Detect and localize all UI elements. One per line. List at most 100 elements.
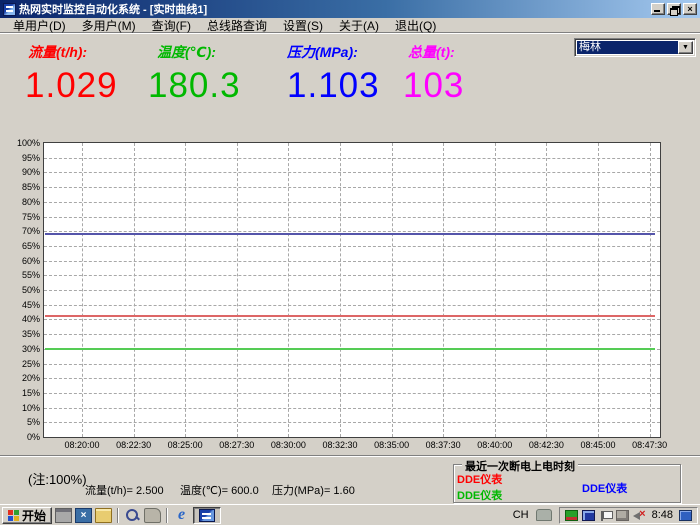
- gridline-v: [443, 143, 444, 437]
- y-axis-tick-label: 85%: [10, 182, 40, 192]
- y-axis-tick-label: 65%: [10, 241, 40, 251]
- gridline-h: [44, 378, 660, 379]
- gridline-h: [44, 408, 660, 409]
- stat-label: 流量(t/h):: [28, 42, 87, 62]
- station-combobox[interactable]: 梅林 ▼: [574, 38, 696, 57]
- y-axis-tick-label: 100%: [10, 138, 40, 148]
- gridline-v: [82, 143, 83, 437]
- stat-label: 总量(t):: [408, 42, 455, 62]
- menu-item[interactable]: 查询(F): [144, 17, 199, 34]
- menu-item[interactable]: 退出(Q): [387, 17, 444, 34]
- dde-indicator: DDE仪表: [457, 471, 502, 487]
- menu-bar: 单用户(D)多用户(M)查询(F)总线路查询设置(S)关于(A)退出(Q): [0, 18, 700, 33]
- y-axis-tick-label: 10%: [10, 403, 40, 413]
- gridline-v: [185, 143, 186, 437]
- x-axis-tick-label: 08:25:00: [159, 440, 211, 450]
- gridline-v: [237, 143, 238, 437]
- menu-item[interactable]: 多用户(M): [74, 17, 144, 34]
- y-axis-tick-label: 0%: [10, 432, 40, 442]
- flag-icon[interactable]: [599, 510, 612, 521]
- stat-value: 180.3: [148, 66, 241, 106]
- volume-muted-icon[interactable]: [633, 510, 646, 521]
- fullscale-note: (注:100%): [28, 469, 87, 488]
- close-icon[interactable]: ×: [683, 3, 697, 15]
- app-task-icon: [199, 509, 215, 522]
- menu-item[interactable]: 总线路查询: [199, 17, 275, 34]
- series-line-温度(℃): [45, 348, 655, 350]
- device-icon[interactable]: [616, 510, 629, 521]
- gridline-h: [44, 364, 660, 365]
- gridline-h: [44, 422, 660, 423]
- gridline-h: [44, 305, 660, 306]
- title-bar: 热网实时监控自动化系统 - [实时曲线1] ×: [0, 0, 700, 18]
- gridline-v: [650, 143, 651, 437]
- window-controls: ×: [651, 3, 697, 15]
- dde-indicator: DDE仪表: [582, 480, 627, 496]
- input-language-indicator[interactable]: CH: [509, 509, 533, 521]
- x-axis-tick-label: 08:40:00: [469, 440, 521, 450]
- y-axis-tick-label: 70%: [10, 226, 40, 236]
- taskbar: 开始 × e CH 8:48: [0, 504, 700, 525]
- menu-item[interactable]: 设置(S): [275, 17, 331, 34]
- fullscale-item: 温度(℃)= 600.0: [180, 482, 259, 498]
- gridline-h: [44, 187, 660, 188]
- gridline-h: [44, 334, 660, 335]
- gridline-v: [495, 143, 496, 437]
- gridline-h: [44, 261, 660, 262]
- x-axis-tick-label: 08:22:30: [108, 440, 160, 450]
- gridline-h: [44, 290, 660, 291]
- y-axis-tick-label: 75%: [10, 212, 40, 222]
- y-axis-tick-label: 40%: [10, 314, 40, 324]
- app-x-icon[interactable]: ×: [75, 508, 92, 523]
- x-axis-tick-label: 08:32:30: [314, 440, 366, 450]
- stat-value: 103: [403, 66, 464, 106]
- restore-icon[interactable]: [667, 3, 681, 15]
- search-icon[interactable]: [124, 508, 141, 523]
- taskbar-separator: [166, 508, 168, 523]
- y-axis-tick-label: 90%: [10, 167, 40, 177]
- y-axis-tick-label: 80%: [10, 197, 40, 207]
- gridline-v: [546, 143, 547, 437]
- station-selected-value: 梅林: [577, 41, 678, 54]
- folder-icon[interactable]: [95, 508, 112, 523]
- y-axis-tick-label: 50%: [10, 285, 40, 295]
- stat-value: 1.029: [25, 66, 118, 106]
- gridline-v: [134, 143, 135, 437]
- menu-item[interactable]: 关于(A): [331, 17, 387, 34]
- window-title: 热网实时监控自动化系统 - [实时曲线1]: [19, 1, 648, 17]
- gridline-v: [598, 143, 599, 437]
- internet-explorer-icon[interactable]: e: [173, 508, 190, 523]
- ime-icon[interactable]: [536, 509, 552, 521]
- y-axis-tick-label: 95%: [10, 153, 40, 163]
- active-app-task-button[interactable]: [193, 507, 221, 524]
- y-axis-tick-label: 60%: [10, 256, 40, 266]
- pointer-icon[interactable]: [144, 508, 161, 523]
- clock[interactable]: 8:48: [650, 509, 675, 521]
- gridline-v: [340, 143, 341, 437]
- display-icon[interactable]: [679, 510, 692, 521]
- y-axis-tick-label: 55%: [10, 270, 40, 280]
- menu-item[interactable]: 单用户(D): [5, 17, 74, 34]
- dde-indicator: DDE仪表: [457, 487, 502, 503]
- series-line-压力(MPa): [45, 233, 655, 235]
- x-axis-tick-label: 08:47:30: [624, 440, 676, 450]
- fullscale-item: 压力(MPa)= 1.60: [272, 482, 355, 498]
- system-tray: 8:48: [559, 507, 698, 524]
- start-button[interactable]: 开始: [2, 507, 52, 524]
- gridline-h: [44, 217, 660, 218]
- network-icon[interactable]: [565, 510, 578, 521]
- chevron-down-icon[interactable]: ▼: [678, 41, 693, 54]
- fullscale-item: 流量(t/h)= 2.500: [85, 482, 164, 498]
- stat-label: 压力(MPa):: [287, 42, 358, 62]
- y-axis-tick-label: 30%: [10, 344, 40, 354]
- desktop: { "window": { "title": "热网实时监控自动化系统 - [实…: [0, 0, 700, 525]
- minimize-icon[interactable]: [651, 3, 665, 15]
- gridline-h: [44, 158, 660, 159]
- start-button-label: 开始: [22, 507, 46, 524]
- y-axis-tick-label: 5%: [10, 417, 40, 427]
- app-tray-icon[interactable]: [582, 510, 595, 521]
- y-axis-tick-label: 45%: [10, 300, 40, 310]
- desktop-shortcut-icon[interactable]: [55, 508, 72, 523]
- x-axis-tick-label: 08:30:00: [262, 440, 314, 450]
- windows-logo-icon: [8, 510, 19, 521]
